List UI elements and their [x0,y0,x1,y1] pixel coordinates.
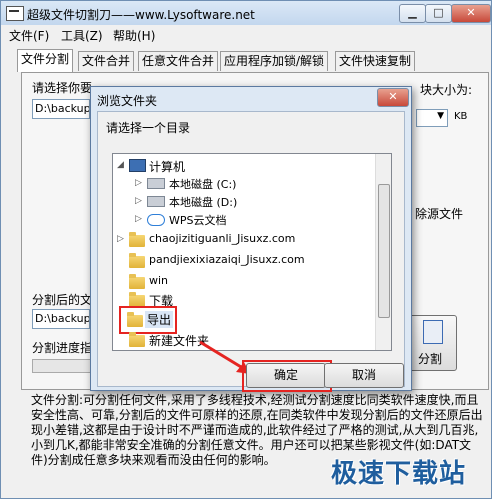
expand-arrow-icon[interactable]: ▷ [135,196,142,206]
block-size-dropdown[interactable]: ▼ [416,109,448,127]
minimize-button[interactable]: ▁ [399,4,426,23]
tab-app-lock[interactable]: 应用程序加锁/解锁 [220,51,329,71]
drive-icon [147,196,165,207]
tree-node-label: 本地磁盘 (C:) [169,178,237,191]
window-title: 超级文件切割刀——www.Lysoftware.net [27,8,255,22]
tree-node-label: pandjiexixiazaiqi_Jisuxz.com [149,253,305,266]
chevron-down-icon: ▼ [437,111,444,121]
ok-button[interactable]: 确定 [246,363,326,388]
delete-source-label: 除源文件 [415,207,464,221]
split-icon [423,320,443,344]
title-bar[interactable]: 超级文件切割刀——www.Lysoftware.net ▁ □ ✕ [1,1,491,25]
app-icon [6,6,24,21]
menu-tools[interactable]: 工具(Z) [61,27,103,44]
tree-node-label: 本地磁盘 (D:) [169,196,238,209]
tree-node-label: WPS云文档 [169,214,227,227]
watermark: 极速下载站 [331,459,467,489]
folder-icon [129,274,145,289]
tab-file-merge[interactable]: 文件合并 [78,51,135,71]
folder-icon [129,253,145,268]
folder-tree[interactable]: ◢ 计算机 ▷ 本地磁盘 (C:) ▷ 本地磁盘 (D:) ▷ WPS云文档 ▷ [112,153,392,351]
tree-scrollbar[interactable] [375,154,391,350]
tab-strip: 文件分割 文件合并 任意文件合并 应用程序加锁/解锁 文件快速复制 [17,49,487,73]
expand-arrow-icon[interactable]: ▷ [117,234,124,244]
block-size-label: 块大小为: [420,83,473,97]
drive-icon [147,178,165,189]
expand-arrow-icon[interactable]: ▷ [135,178,142,188]
computer-icon [129,159,146,172]
cloud-icon [147,214,165,226]
expand-arrow-icon[interactable]: ◢ [117,160,124,170]
progress-label: 分割进度指 [32,341,93,355]
expand-arrow-icon[interactable]: ▷ [135,214,142,224]
tree-node-label: win [149,274,169,287]
menu-help[interactable]: 帮助(H) [113,27,155,44]
tree-node-export-selected[interactable]: 导出 [119,306,177,334]
tree-node-label: 计算机 [149,160,186,174]
dialog-title: 浏览文件夹 [97,94,158,108]
tree-node-label: 导出 [145,311,174,328]
scrollbar-thumb[interactable] [378,184,390,318]
output-path-field[interactable]: D:\backup [32,309,90,329]
output-label: 分割后的文 [32,293,93,307]
split-button-label: 分割 [418,352,443,366]
menu-bar: 文件(F) 工具(Z) 帮助(H) [1,25,491,43]
dialog-close-button[interactable]: ✕ [377,88,409,107]
tab-fast-copy[interactable]: 文件快速复制 [335,51,416,71]
split-button[interactable]: 分割 [409,315,457,371]
tab-file-split[interactable]: 文件分割 [17,49,74,72]
folder-icon [129,232,145,247]
dialog-prompt: 请选择一个目录 [106,121,191,135]
unit-label: KB [454,111,468,122]
tree-node-label: chaojizitiguanli_Jisuxz.com [149,232,296,245]
folder-icon [127,312,143,327]
source-path-field[interactable]: D:\backup [32,99,90,119]
dialog-body: 请选择一个目录 ◢ 计算机 ▷ 本地磁盘 (C:) ▷ 本地磁盘 (D:) ▷ [97,111,405,392]
browse-folder-dialog: 浏览文件夹 ✕ 请选择一个目录 ◢ 计算机 ▷ 本地磁盘 (C:) ▷ 本地磁盘… [90,86,412,392]
progress-bar [32,359,96,373]
menu-file[interactable]: 文件(F) [9,27,49,44]
tab-any-merge[interactable]: 任意文件合并 [138,51,219,71]
close-button[interactable]: ✕ [451,4,491,23]
maximize-button[interactable]: □ [425,4,452,23]
select-file-label: 请选择你要 [32,81,93,95]
folder-icon [129,332,145,347]
cancel-button[interactable]: 取消 [324,363,404,388]
